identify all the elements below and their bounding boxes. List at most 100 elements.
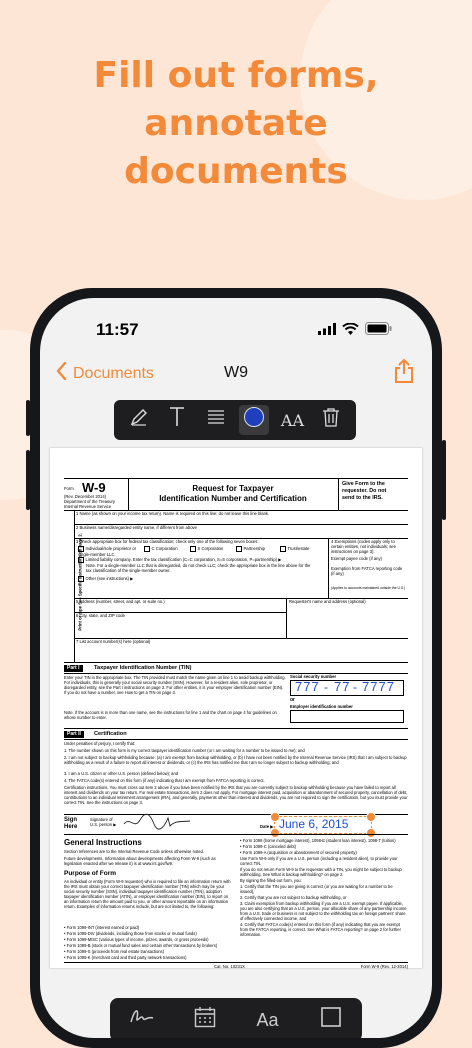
rule <box>286 598 287 638</box>
pen-icon <box>129 407 149 433</box>
cert-item-4: 4. The FATCA code(s) entered on this for… <box>64 778 265 783</box>
wifi-icon <box>342 322 359 340</box>
ssn-dash: - <box>324 680 328 694</box>
form-title-1: Request for Taxpayer <box>192 484 274 493</box>
font-size-tool-button[interactable]: AA <box>277 405 307 435</box>
part-2-label: Part II <box>64 731 84 738</box>
checkbox-partnership[interactable]: Partnership <box>236 546 265 552</box>
ein-field[interactable] <box>290 710 404 723</box>
line-6-label: 6 City, state, and ZIP code <box>76 613 125 618</box>
signal-icon <box>318 322 336 340</box>
list-item: • Form 1099-MISC (various types of incom… <box>64 937 209 942</box>
list-item: • Form 1099-A (acquisition or abandonmen… <box>240 850 357 855</box>
rule <box>64 834 408 835</box>
rule <box>64 662 408 663</box>
general-instructions-title: General Instructions <box>64 838 142 847</box>
cert-intro: Under penalties of perjury, I certify th… <box>64 741 136 746</box>
ssn-part-2: 77 <box>334 679 351 694</box>
checkbox-label: Individual/sole proprietor or single-mem… <box>78 546 137 557</box>
list-item: 1. Certify that the TIN you are giving i… <box>240 884 393 894</box>
phone-screen: 11:57 Documents W9 AA Form W-9 (Rev. Dec… <box>40 298 432 1038</box>
pen-tool-button[interactable] <box>124 405 154 435</box>
form-irs: Internal Revenue Service <box>64 504 112 509</box>
general-text-2: Future developments. Information about d… <box>64 856 216 866</box>
date-value: June 6, 2015 <box>279 817 349 831</box>
text-tool-button[interactable] <box>162 405 192 435</box>
ssn-field[interactable]: 777 - 77 - 7777 <box>290 679 404 696</box>
fatca-note: (Applies to accounts maintained outside … <box>331 586 406 590</box>
checkbox-individual[interactable]: Individual/sole proprietor or single-mem… <box>78 546 138 557</box>
rule <box>64 673 408 674</box>
checkbox-trust-estate[interactable]: Trust/estate <box>280 546 309 552</box>
list-item: • Form 1099-K (merchant card and third p… <box>64 955 187 960</box>
checkbox-c-corporation[interactable]: C Corporation <box>144 546 178 552</box>
exempt-payee-label: Exempt payee code (if any) <box>331 556 382 561</box>
catalog-number: Cat. No. 10231X <box>214 964 245 969</box>
battery-icon <box>365 322 392 340</box>
list-item: By signing the filled-out form, you: <box>240 878 302 883</box>
exemptions-label: 4 Exemptions (codes apply only to certai… <box>331 539 396 555</box>
status-time: 11:57 <box>96 320 139 339</box>
share-icon <box>394 358 414 388</box>
resize-handle[interactable] <box>270 812 280 822</box>
checkbox-label: C Corporation <box>151 546 178 551</box>
list-item: • Form 1098 (home mortgage interest), 10… <box>240 838 396 843</box>
bottom-toolbar: Aa <box>110 998 362 1038</box>
checkbox-square <box>280 546 286 552</box>
list-item: • Form 1099-S (proceeds from real estate… <box>64 949 164 954</box>
phone-side-button <box>442 440 446 520</box>
align-tool-button[interactable] <box>201 405 231 435</box>
document-page: Form W-9 (Rev. December 2014) Department… <box>50 448 422 969</box>
list-item: If you do not return Form W-9 to the req… <box>240 867 402 877</box>
color-tool-button[interactable] <box>239 405 270 435</box>
headline-line: annotate <box>144 103 328 144</box>
footer-form: Form W-9 (Rev. 12-2014) <box>360 964 408 969</box>
resize-handle[interactable] <box>366 828 376 838</box>
instructions-right-column: • Form 1098 (home mortgage interest), 10… <box>240 838 408 938</box>
signature-button[interactable] <box>127 1005 157 1035</box>
checkbox-other[interactable]: Other (see instructions) ▶ <box>78 576 133 582</box>
rule <box>64 478 408 479</box>
checkbox-s-corporation[interactable]: S Corporation <box>190 546 223 552</box>
ein-label: Employer identification number <box>290 704 353 709</box>
calendar-button[interactable] <box>190 1005 220 1035</box>
checkbox-label: S Corporation <box>197 546 224 551</box>
signature-stroke <box>123 813 191 830</box>
resize-handle[interactable] <box>270 828 280 838</box>
line-1-label: 1 Name (as shown on your income tax retu… <box>76 511 270 516</box>
text-button[interactable]: Aa <box>253 1005 283 1035</box>
checkbox-square <box>236 546 242 552</box>
rule <box>64 962 408 963</box>
part-1-label: Part I <box>64 665 83 672</box>
requester-label: Requester's name and address (optional) <box>289 599 366 604</box>
part-1-note: Note. If the account is in more than one… <box>64 710 277 720</box>
cert-instructions: Certification instructions. You must cro… <box>64 785 408 805</box>
text-icon <box>168 406 186 434</box>
delete-button[interactable] <box>316 405 346 435</box>
checkbox-button[interactable] <box>316 1005 346 1035</box>
checkbox-square <box>78 557 84 563</box>
give-form-2: requester. Do not <box>342 488 387 494</box>
form-label: Form <box>64 486 74 491</box>
line-3-label: 3 Check appropriate box for federal tax … <box>76 539 259 544</box>
rule <box>74 510 75 662</box>
rule <box>64 728 408 729</box>
list-item: • Form 1099-INT (interest earned or paid… <box>64 925 140 930</box>
checkbox-llc[interactable]: Limited liability company. Enter the tax… <box>78 557 326 563</box>
signature-field[interactable] <box>120 810 250 832</box>
list-item: • Form 1099-C (canceled debt) <box>240 844 297 849</box>
give-form-3: send to the IRS. <box>342 495 383 501</box>
calendar-icon <box>194 1006 216 1034</box>
checkbox-label: Limited liability company. Enter the tax… <box>85 557 282 562</box>
share-button[interactable] <box>394 358 414 389</box>
part-2-title: Certification <box>94 731 127 737</box>
resize-handle[interactable] <box>366 812 376 822</box>
give-form-1: Give Form to the <box>342 481 385 487</box>
checkbox-label: Partnership <box>243 546 265 551</box>
align-icon <box>207 408 225 432</box>
list-item: 4. Certify that FATCA code(s) entered on… <box>240 922 401 937</box>
ssn-part-1: 777 <box>295 679 320 694</box>
date-field[interactable]: June 6, 2015 <box>270 812 376 838</box>
status-bar: 11:57 <box>40 298 432 360</box>
checkbox-icon <box>320 1006 342 1034</box>
